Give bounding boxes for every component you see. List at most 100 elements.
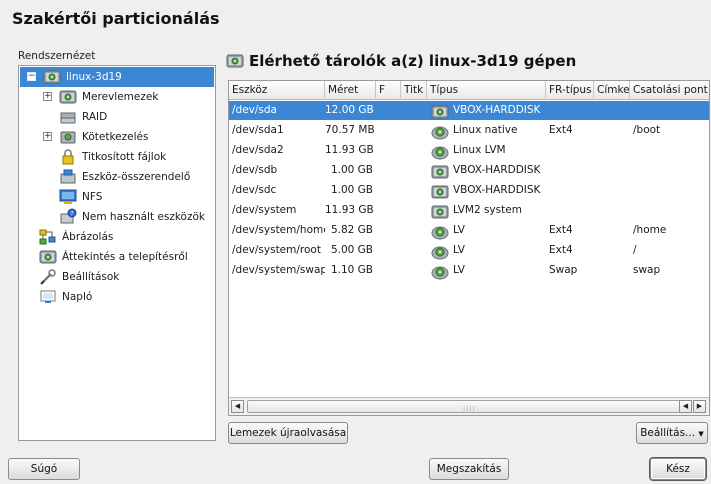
type-label: LV xyxy=(453,244,465,256)
column-header[interactable]: Titk xyxy=(401,81,427,100)
settings-icon xyxy=(39,268,57,286)
cell-fs: Ext4 xyxy=(549,124,573,136)
chevron-down-icon: ▼ xyxy=(698,430,704,438)
harddisk-icon xyxy=(431,163,449,179)
cell-size: 11.93 GB xyxy=(325,144,374,156)
cell-device: /dev/system/root xyxy=(232,244,321,256)
tree-item-label: Nem használt eszközök xyxy=(82,211,206,223)
cell-device: /dev/sdc xyxy=(232,184,277,196)
cell-f xyxy=(376,241,401,260)
partition-icon xyxy=(431,143,449,159)
tree-item[interactable]: Napló xyxy=(39,287,92,307)
cell-mount: / xyxy=(633,244,637,256)
column-header[interactable]: Eszköz xyxy=(229,81,325,100)
cell-type: Linux native xyxy=(427,121,546,140)
help-button[interactable]: Súgó xyxy=(8,458,80,480)
cell-f xyxy=(376,101,401,120)
rescan-disks-button[interactable]: Lemezek újraolvasása xyxy=(228,422,348,444)
table-row[interactable]: /dev/sdc 1.00 GB VBOX-HARDDISK xyxy=(229,181,709,200)
table-row[interactable]: /dev/sdb 1.00 GB VBOX-HARDDISK xyxy=(229,161,709,180)
cell-f xyxy=(376,161,401,180)
harddisk-icon xyxy=(59,88,77,106)
cell-device: /dev/sdb xyxy=(232,164,278,176)
type-label: Linux LVM xyxy=(453,144,506,156)
table-row[interactable]: /dev/system 11.93 GB LVM2 system xyxy=(229,201,709,220)
harddisk-icon xyxy=(431,183,449,199)
graph-icon xyxy=(39,228,57,246)
cell-size: 70.57 MB xyxy=(325,124,375,136)
tree-item[interactable]: Beállítások xyxy=(39,267,119,287)
column-header[interactable]: Méret xyxy=(325,81,376,100)
mapper-icon xyxy=(59,168,77,186)
tree-item[interactable]: ? Nem használt eszközök xyxy=(59,207,205,227)
cell-enc xyxy=(401,141,427,160)
cell-label xyxy=(594,181,630,200)
system-view-label: Rendszernézet xyxy=(18,50,96,62)
tree-item[interactable]: + Merevlemezek xyxy=(43,87,158,107)
tree-item[interactable]: Áttekintés a telepítésről xyxy=(39,247,188,267)
type-label: LVM2 system xyxy=(453,204,522,216)
table-row[interactable]: /dev/system/home 5.82 GB LV Ext4/home xyxy=(229,221,709,240)
column-header[interactable]: Típus xyxy=(427,81,546,100)
cell-enc xyxy=(401,201,427,220)
type-label: LV xyxy=(453,264,465,276)
settings-button-label: Beállítás... xyxy=(640,427,696,439)
settings-dropdown-button[interactable]: Beállítás... ▼ xyxy=(636,422,708,444)
collapse-icon[interactable]: − xyxy=(27,72,36,81)
cell-fs: Ext4 xyxy=(549,244,573,256)
cancel-button[interactable]: Megszakítás xyxy=(429,458,509,480)
column-header[interactable]: FR-típus xyxy=(546,81,594,100)
cell-fs: Ext4 xyxy=(549,224,573,236)
column-header[interactable]: Címke xyxy=(594,81,630,100)
tree-item[interactable]: Eszköz-összerendelő xyxy=(59,167,190,187)
horizontal-scrollbar[interactable]: ◀ ⁞⁞⁞⁞ ◀ ▶ xyxy=(229,397,709,415)
table-row[interactable]: /dev/system/swap 1.10 GB LV Swap swap xyxy=(229,261,709,280)
devices-table[interactable]: Eszköz Méret F Titk Típus FR-típus Címke Csatol… xyxy=(228,80,710,416)
partition-icon xyxy=(431,123,449,139)
harddisk-icon xyxy=(43,68,61,86)
table-row[interactable]: /dev/system/root 5.00 GB LV Ext4 / xyxy=(229,241,709,260)
tree-item[interactable]: RAID xyxy=(59,107,107,127)
volume-icon xyxy=(59,128,77,146)
tree-item[interactable]: + Kötetkezelés xyxy=(43,127,148,147)
cell-fs xyxy=(546,161,594,180)
cell-type: LV xyxy=(427,221,546,240)
column-header[interactable]: Csatolási pont xyxy=(630,81,709,100)
tree-item-label: Áttekintés a telepítésről xyxy=(62,251,188,263)
panel-title-row: Elérhető tárolók a(z) linux-3d19 gépen xyxy=(226,52,576,70)
tree-item-label: linux-3d19 xyxy=(66,71,122,83)
cell-label xyxy=(594,201,630,220)
tree-item[interactable]: Ábrázolás xyxy=(39,227,113,247)
scroll-thumb[interactable]: ⁞⁞⁞⁞ xyxy=(247,400,684,413)
cell-label xyxy=(594,101,630,120)
cell-type: LV xyxy=(427,241,546,260)
lock-icon xyxy=(59,148,77,166)
table-row[interactable]: /dev/sda1 70.57 MB Linux native Ext4/boot xyxy=(229,121,709,140)
cell-device: /dev/sda xyxy=(232,104,277,116)
cell-label xyxy=(594,221,630,240)
table-row[interactable]: /dev/sda 12.00 GB VBOX-HARDDISK xyxy=(229,101,709,120)
expand-icon[interactable]: + xyxy=(43,132,52,141)
harddisk-icon xyxy=(431,203,449,219)
cell-size: 11.93 GB xyxy=(325,204,374,216)
cell-mount xyxy=(630,161,709,180)
tree-item-label: RAID xyxy=(82,111,108,123)
scroll-left-icon[interactable]: ◀ xyxy=(231,400,244,413)
table-row[interactable]: /dev/sda2 11.93 GB Linux LVM xyxy=(229,141,709,160)
cell-mount: swap xyxy=(633,264,661,276)
tree-item[interactable]: NFS xyxy=(59,187,102,207)
scroll-right-icon[interactable]: ▶ xyxy=(693,400,706,413)
cell-device: /dev/system/swap xyxy=(232,264,325,276)
window-title: Szakértői particionálás xyxy=(12,9,220,28)
cell-enc xyxy=(401,101,427,120)
column-header[interactable]: F xyxy=(376,81,401,100)
expand-icon[interactable]: + xyxy=(43,92,52,101)
tree-item[interactable]: − linux-3d19 xyxy=(20,67,214,87)
cell-label xyxy=(594,161,630,180)
scroll-left-end-icon[interactable]: ◀ xyxy=(679,400,692,413)
finish-button[interactable]: Kész xyxy=(650,458,706,480)
type-label: VBOX-HARDDISK xyxy=(453,104,541,116)
table-header: Eszköz Méret F Titk Típus FR-típus Címke Csatol… xyxy=(229,81,709,100)
system-view-tree[interactable]: − linux-3d19 + Merevlemezek RAID + Kötetkezelé… xyxy=(18,65,216,441)
tree-item[interactable]: Titkosított fájlok xyxy=(59,147,166,167)
